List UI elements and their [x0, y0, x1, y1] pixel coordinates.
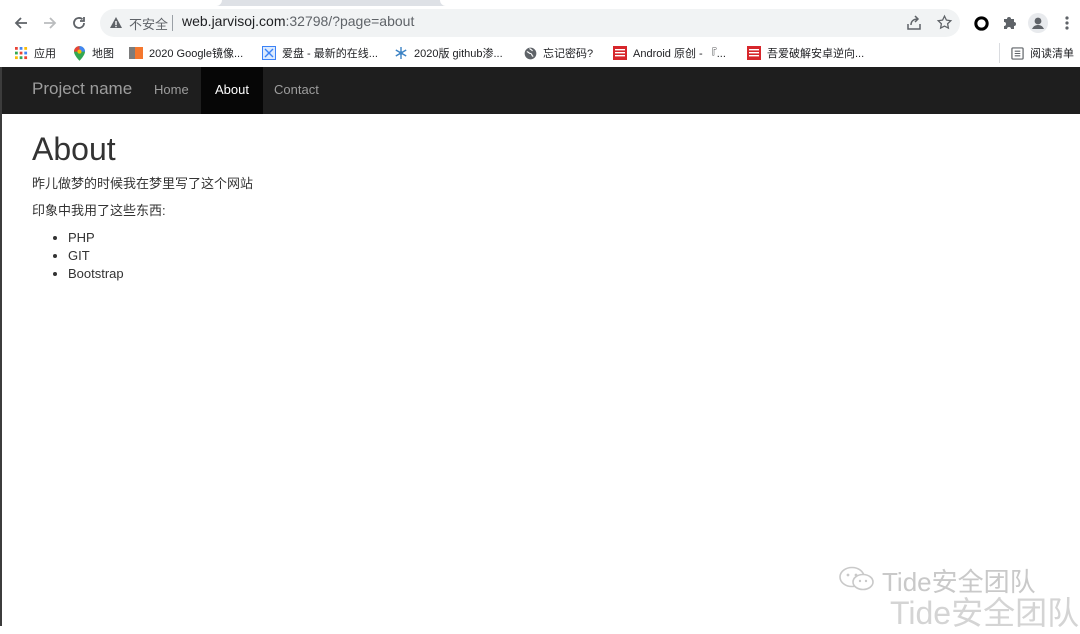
bookmark-github[interactable]: 2020版 github渗...: [394, 43, 503, 63]
profile-button[interactable]: [1027, 12, 1049, 34]
bookmark-label: 爱盘 - 最新的在线...: [282, 48, 378, 60]
bookmark-favicon-icon: [747, 46, 761, 60]
forward-arrow-icon: [44, 17, 57, 29]
intro-paragraph: 昨儿做梦的时候我在梦里写了这个网站: [32, 176, 254, 191]
bookmark-label: 2020版 github渗...: [414, 48, 503, 60]
browser-menu-button[interactable]: [1056, 12, 1078, 34]
bookmark-star-icon[interactable]: [936, 14, 953, 31]
bookmark-favicon-icon: [129, 46, 143, 60]
list-item: GIT: [68, 247, 124, 265]
watermark-text-line2: Tide安全团队: [890, 595, 1080, 631]
watermark: Tide安全团队 Tide安全团队: [838, 562, 1079, 631]
back-button[interactable]: [8, 10, 34, 36]
list-item: PHP: [68, 229, 124, 247]
maps-pin-icon: [72, 45, 86, 61]
url-path: :32798/?page=about: [285, 13, 415, 29]
warning-icon[interactable]: [109, 16, 123, 30]
bookmark-apps[interactable]: 应用: [14, 43, 56, 63]
security-status-label[interactable]: 不安全: [129, 14, 168, 33]
reading-list-button[interactable]: 阅读清单: [999, 43, 1074, 63]
share-icon[interactable]: [906, 15, 922, 31]
window-left-edge: [0, 67, 2, 626]
list-item: Bootstrap: [68, 265, 124, 283]
puzzle-icon: [1004, 17, 1016, 29]
kebab-menu-icon: [1065, 16, 1069, 30]
reload-icon: [73, 17, 85, 29]
extension-button[interactable]: [970, 12, 992, 34]
back-arrow-icon: [14, 17, 27, 29]
bookmark-favicon-icon: [262, 46, 276, 60]
page-title: About: [32, 131, 116, 167]
bookmark-favicon-icon: [613, 46, 627, 60]
bookmark-label: 2020 Google镜像...: [149, 48, 244, 60]
bookmark-label: 地图: [92, 48, 114, 60]
bookmark-aipan[interactable]: 爱盘 - 最新的在线...: [262, 43, 378, 63]
url-host: web.jarvisoj.com: [182, 13, 286, 29]
address-bar[interactable]: 不安全 web.jarvisoj.com:32798/?page=about: [100, 9, 960, 37]
tools-intro-paragraph: 印象中我用了这些东西:: [32, 203, 166, 218]
globe-icon: [523, 46, 537, 60]
site-navbar: Project name Home About Contact: [2, 67, 1080, 114]
browser-toolbar: 不安全 web.jarvisoj.com:32798/?page=about: [0, 6, 1080, 40]
avatar-icon: [1028, 13, 1048, 33]
bookmark-label: Android 原创 - 『...: [633, 48, 726, 60]
nav-link-about[interactable]: About: [201, 67, 263, 114]
bookmark-maps[interactable]: 地图: [72, 43, 114, 63]
apps-grid-icon: [14, 46, 28, 60]
reading-list-label: 阅读清单: [1030, 48, 1074, 60]
extensions-menu-button[interactable]: [998, 12, 1020, 34]
bookmark-label: 应用: [34, 48, 56, 60]
wechat-icon: [839, 566, 874, 591]
circle-extension-icon: [973, 15, 989, 31]
bookmark-52pojie-android[interactable]: 吾爱破解安卓逆向...: [747, 43, 864, 63]
security-separator: [172, 15, 173, 31]
forward-button[interactable]: [37, 10, 63, 36]
navbar-brand[interactable]: Project name: [32, 79, 132, 99]
bookmark-google-mirror[interactable]: 2020 Google镜像...: [129, 43, 243, 63]
bookmark-forgot-password[interactable]: 忘记密码?: [523, 43, 593, 63]
bookmark-android-original[interactable]: Android 原创 - 『...: [613, 43, 726, 63]
bookmark-favicon-icon: [394, 46, 408, 60]
nav-link-home[interactable]: Home: [140, 67, 203, 114]
reload-button[interactable]: [66, 10, 92, 36]
bookmark-label: 吾爱破解安卓逆向...: [767, 48, 865, 60]
tools-list: PHP GIT Bootstrap: [32, 229, 124, 283]
bookmark-label: 忘记密码?: [543, 48, 594, 60]
main-content: About 昨儿做梦的时候我在梦里写了这个网站 印象中我用了这些东西: PHP …: [32, 130, 253, 281]
nav-link-contact[interactable]: Contact: [260, 67, 333, 114]
bookmarks-bar: 应用 地图 2020 Google镜像... 爱盘 - 最新的在线... 202…: [0, 40, 1080, 67]
reading-list-icon: [1010, 46, 1024, 60]
url-text[interactable]: web.jarvisoj.com:32798/?page=about: [182, 13, 414, 29]
